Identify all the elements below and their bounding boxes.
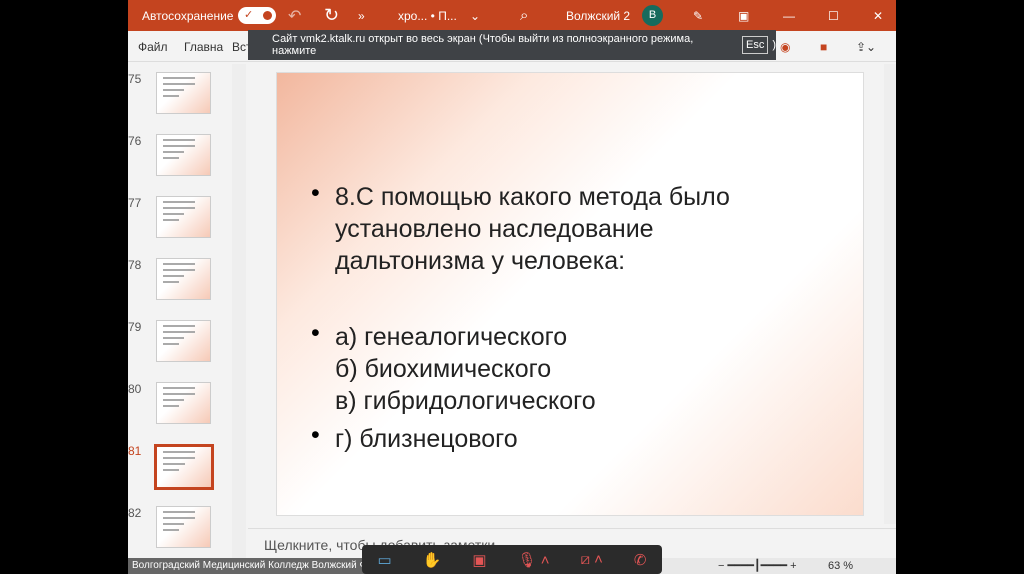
tab-home[interactable]: Главна bbox=[184, 40, 223, 54]
more-commands[interactable]: » bbox=[358, 9, 365, 23]
bullet: • bbox=[311, 179, 320, 207]
slide-canvas[interactable]: • 8.С помощью какого метода было установ… bbox=[276, 72, 864, 516]
autosave-label: Автосохранение bbox=[142, 8, 234, 23]
slide-number: 78 bbox=[128, 258, 142, 272]
call-toolbar: ▭ ✋ ▣ 🎙︎ ˄ ⧄ ˄ ✆ bbox=[362, 545, 662, 574]
option-c: в) гибридологического bbox=[335, 387, 596, 415]
powerpoint-window: Автосохранение ✓ ↶ ↻ » хро... • П... ⌄ ⌕… bbox=[128, 0, 896, 574]
slide-number: 75 bbox=[128, 72, 142, 86]
hang-up-icon[interactable]: ✆ bbox=[634, 551, 647, 569]
raise-hand-icon[interactable]: ✋ bbox=[423, 551, 442, 569]
fullscreen-notice: Сайт vmk2.ktalk.ru открыт во весь экран … bbox=[248, 30, 776, 60]
slide-thumbnail[interactable] bbox=[156, 320, 211, 362]
user-name: Волжский 2 bbox=[566, 8, 631, 23]
question-line-1: 8.С помощью какого метода было bbox=[335, 183, 730, 211]
slide-thumbnails: 75 76 77 78 79 80 81 82 bbox=[128, 62, 248, 548]
fullscreen-notice-text: Сайт vmk2.ktalk.ru открыт во весь экран … bbox=[272, 33, 694, 57]
redo-icon[interactable]: ↻ bbox=[324, 5, 339, 26]
camera-off-icon[interactable]: ⧄ ˄ bbox=[580, 551, 602, 568]
esc-key: Esc bbox=[741, 36, 769, 54]
slide-thumbnail[interactable] bbox=[156, 382, 211, 424]
slide-number: 77 bbox=[128, 196, 142, 210]
slide-thumbnail[interactable] bbox=[154, 444, 214, 490]
undo-icon[interactable]: ↶ bbox=[288, 6, 301, 26]
search-icon[interactable]: ⌕ bbox=[520, 7, 528, 24]
tab-file[interactable]: Файл bbox=[138, 40, 168, 54]
record-icon[interactable]: ◉ bbox=[780, 40, 790, 54]
chat-icon[interactable]: ▭ bbox=[377, 551, 391, 569]
zoom-level[interactable]: 63 % bbox=[828, 560, 853, 572]
option-a: а) генеалогического bbox=[335, 323, 568, 351]
bullet: • bbox=[311, 421, 320, 449]
slide-thumbnail[interactable] bbox=[156, 134, 211, 176]
option-d: г) близнецового bbox=[335, 425, 518, 453]
maximize-icon[interactable]: ☐ bbox=[828, 9, 839, 23]
chevron-down-icon[interactable]: ⌄ bbox=[470, 9, 480, 23]
title-bar: Автосохранение ✓ ↶ ↻ » хро... • П... ⌄ ⌕… bbox=[128, 0, 896, 31]
slide-thumbnail[interactable] bbox=[156, 506, 211, 548]
teams-icon[interactable]: ■ bbox=[820, 40, 827, 54]
slide-scrollbar[interactable] bbox=[884, 64, 896, 524]
paren: ) bbox=[772, 39, 776, 51]
question-line-2: установлено наследование bbox=[335, 215, 654, 243]
option-b: б) биохимического bbox=[335, 355, 552, 383]
document-title[interactable]: хро... • П... bbox=[398, 9, 457, 23]
participant-caption: Волгоградский Медицинский Колледж Волжск… bbox=[128, 558, 368, 574]
question-line-3: дальтонизма у человека: bbox=[335, 247, 626, 275]
thumbnails-scrollbar[interactable] bbox=[232, 64, 246, 560]
slide-thumbnail[interactable] bbox=[156, 258, 211, 300]
pen-icon[interactable]: ✎ bbox=[693, 9, 703, 23]
close-icon[interactable]: ✕ bbox=[873, 9, 883, 23]
slide-thumbnail[interactable] bbox=[156, 72, 211, 114]
minimize-icon[interactable]: — bbox=[783, 9, 795, 23]
autosave-toggle[interactable]: ✓ bbox=[238, 7, 276, 24]
slide-number: 76 bbox=[128, 134, 142, 148]
slide-number: 81 bbox=[128, 444, 142, 458]
bullet: • bbox=[311, 319, 320, 347]
slide-number: 80 bbox=[128, 382, 142, 396]
slide-number: 82 bbox=[128, 506, 142, 520]
screen-share-icon[interactable]: ▣ bbox=[472, 551, 486, 569]
ribbon-display-icon[interactable]: ▣ bbox=[738, 9, 749, 23]
mic-off-icon[interactable]: 🎙︎ ˄ bbox=[518, 551, 550, 569]
slide-number: 79 bbox=[128, 320, 142, 334]
slide-thumbnail[interactable] bbox=[156, 196, 211, 238]
avatar[interactable]: В bbox=[642, 5, 663, 26]
share-icon[interactable]: ⇪⌄ bbox=[856, 40, 876, 54]
zoom-slider[interactable]: − ━━━━┃━━━━ + bbox=[718, 559, 797, 572]
